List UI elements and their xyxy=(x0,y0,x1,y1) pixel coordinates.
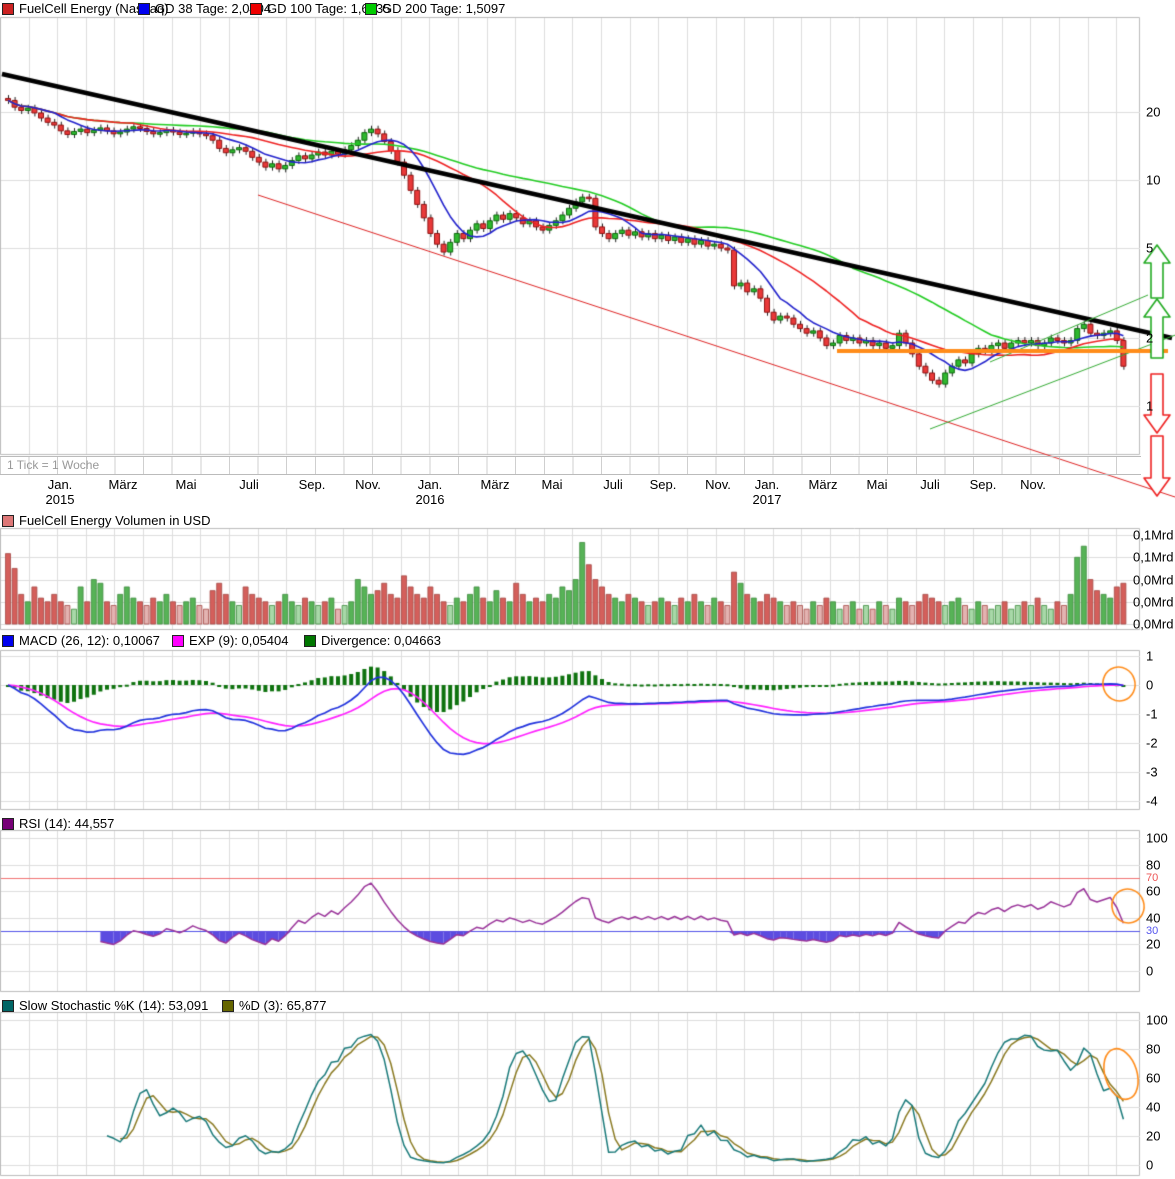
x-axis-label: Sep. xyxy=(649,477,677,492)
rsi-tick-100: 100 xyxy=(1146,830,1168,846)
stochastic-legend: Slow Stochastic %K (14): 53,091 %D (3): 6… xyxy=(0,998,1175,1013)
stoch-tick-0: 0 xyxy=(1146,1157,1154,1173)
legend-swatch-icon xyxy=(172,634,184,647)
rsi-upper-band-label: 70 xyxy=(1146,871,1159,884)
x-axis-label: Sep. xyxy=(298,477,326,492)
stoch-tick-60: 60 xyxy=(1146,1070,1161,1086)
x-axis-label: Nov. xyxy=(355,477,381,492)
stoch-tick-100: 100 xyxy=(1146,1012,1168,1028)
x-axis-label: Mai xyxy=(541,477,563,492)
stoch-legend-item-0: Slow Stochastic %K (14): 53,091 xyxy=(2,998,208,1013)
rsi-tick-80: 80 xyxy=(1146,857,1161,873)
x-axis-label: Jan. 2016 xyxy=(415,477,445,507)
legend-label: Slow Stochastic %K (14): 53,091 xyxy=(19,998,209,1013)
x-axis-label: März xyxy=(808,477,838,492)
macd-tick--1: -1 xyxy=(1146,706,1158,722)
rsi-tick-20: 20 xyxy=(1146,936,1161,952)
macd-legend-item-2: Divergence: 0,04663 xyxy=(304,633,441,648)
x-axis-label: Mai xyxy=(175,477,197,492)
stoch-tick-20: 20 xyxy=(1146,1128,1161,1144)
rsi-panel[interactable] xyxy=(0,830,1141,992)
x-axis-label: März xyxy=(480,477,510,492)
rsi-tick-60: 60 xyxy=(1146,883,1161,899)
legend-swatch-icon xyxy=(2,817,14,830)
price-tick-10: 10 xyxy=(1146,172,1161,188)
volume-tick: 0,1Mrd xyxy=(1133,527,1174,543)
legend-label: Divergence: 0,04663 xyxy=(321,633,441,648)
macd-tick--3: -3 xyxy=(1146,764,1158,780)
legend-swatch-icon xyxy=(2,514,14,527)
stoch-tick-40: 40 xyxy=(1146,1099,1161,1115)
volume-tick: 0,1Mrd xyxy=(1133,549,1174,565)
volume-panel[interactable] xyxy=(0,528,1141,630)
legend-swatch-icon xyxy=(2,634,14,647)
legend-swatch-icon xyxy=(304,634,316,647)
price-tick-5: 5 xyxy=(1146,240,1154,256)
rsi-tick-40: 40 xyxy=(1146,910,1161,926)
legend-label: EXP (9): 0,05404 xyxy=(189,633,289,648)
volume-tick: 0,0Mrd xyxy=(1133,616,1174,632)
macd-tick-0: 0 xyxy=(1146,677,1154,693)
x-axis-label: Juli xyxy=(920,477,940,492)
macd-legend: MACD (26, 12): 0,10067 EXP (9): 0,05404 Di… xyxy=(0,633,1175,648)
macd-tick--4: -4 xyxy=(1146,793,1158,809)
macd-panel[interactable] xyxy=(0,650,1141,810)
macd-tick--2: -2 xyxy=(1146,735,1158,751)
x-axis-label: Mai xyxy=(866,477,888,492)
price-tick-1: 1 xyxy=(1146,398,1154,414)
volume-tick: 0,0Mrd xyxy=(1133,594,1174,610)
volume-legend-item-0: FuelCell Energy Volumen in USD xyxy=(2,513,210,528)
stock-chart-page: FuelCell Energy (Nasdaq)GD 38 Tage: 2,04… xyxy=(0,0,1175,1179)
legend-label: FuelCell Energy Volumen in USD xyxy=(19,513,211,528)
x-axis-label: Nov. xyxy=(705,477,731,492)
price-panel[interactable] xyxy=(0,16,1141,456)
x-axis-label: Jan. 2015 xyxy=(45,477,75,507)
price-tick-2: 2 xyxy=(1146,330,1154,346)
macd-tick-1: 1 xyxy=(1146,648,1154,664)
legend-swatch-icon xyxy=(2,999,14,1012)
legend-label: MACD (26, 12): 0,10067 xyxy=(19,633,160,648)
x-axis-label: März xyxy=(108,477,138,492)
volume-legend: FuelCell Energy Volumen in USD xyxy=(0,513,1175,528)
legend-label: RSI (14): 44,557 xyxy=(19,816,115,831)
legend-swatch-icon xyxy=(222,999,234,1012)
x-axis-label: Nov. xyxy=(1020,477,1046,492)
x-axis-label: Sep. xyxy=(969,477,997,492)
stoch-legend-item-1: %D (3): 65,877 xyxy=(222,998,326,1013)
tick-note: 1 Tick = 1 Woche xyxy=(7,458,100,472)
rsi-lower-band-label: 30 xyxy=(1146,925,1159,938)
macd-legend-item-1: EXP (9): 0,05404 xyxy=(172,633,289,648)
price-tick-20: 20 xyxy=(1146,104,1161,120)
legend-label: %D (3): 65,877 xyxy=(239,998,327,1013)
macd-legend-item-0: MACD (26, 12): 0,10067 xyxy=(2,633,160,648)
stoch-tick-80: 80 xyxy=(1146,1041,1161,1057)
rsi-tick-0: 0 xyxy=(1146,963,1154,979)
x-axis-label: Jan. 2017 xyxy=(752,477,782,507)
stochastic-panel[interactable] xyxy=(0,1012,1141,1176)
volume-tick: 0,0Mrd xyxy=(1133,572,1174,588)
x-axis-label: Juli xyxy=(603,477,623,492)
rsi-legend: RSI (14): 44,557 xyxy=(0,816,1175,831)
rsi-legend-item-0: RSI (14): 44,557 xyxy=(2,816,114,831)
x-axis-label: Juli xyxy=(239,477,259,492)
tick-strip xyxy=(0,456,1141,475)
